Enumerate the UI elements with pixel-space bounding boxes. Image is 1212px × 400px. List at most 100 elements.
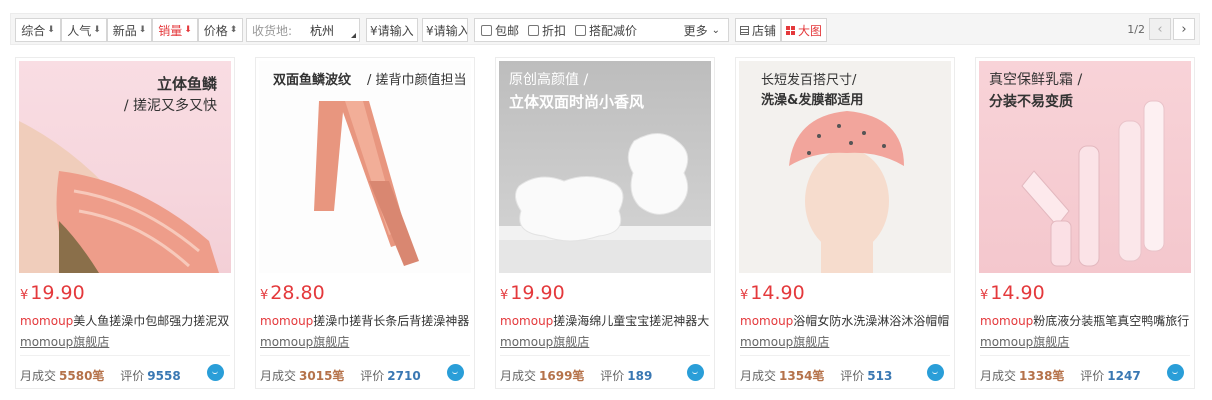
chat-icon[interactable] — [927, 364, 944, 381]
list-view-icon — [739, 25, 749, 35]
price-value: 14.90 — [990, 282, 1045, 304]
product-name: 粉底液分装瓶笔真空鸭嘴旅行 — [1033, 314, 1190, 328]
discount-checkbox[interactable]: 折扣 — [528, 22, 566, 39]
shop-link[interactable]: momoup旗舰店 — [260, 333, 349, 350]
monthly-sales-label: 月成交 — [980, 369, 1017, 383]
product-image[interactable]: 双面鱼鳞波纹 / 搓背巾颜值担当 — [259, 61, 471, 273]
delivery-location-select[interactable]: 收货地: 杭州 — [246, 18, 360, 42]
free-shipping-checkbox[interactable]: 包邮 — [481, 22, 519, 39]
product-image[interactable]: 真空保鲜乳霜 / 分装不易变质 — [979, 61, 1191, 273]
arrow-down-icon: ⬇ — [138, 25, 147, 35]
sort-popularity-button[interactable]: 人气 ⬇ — [61, 18, 107, 42]
product-image[interactable]: 立体鱼鳞 / 搓泥又多又快 — [19, 61, 231, 273]
sort-new-label: 新品 — [112, 23, 137, 38]
shop-link[interactable]: momoup旗舰店 — [500, 333, 589, 350]
product-title[interactable]: momoup美人鱼搓澡巾包邮强力搓泥双 — [20, 312, 232, 329]
monthly-sales: 1354笔 — [779, 369, 825, 383]
product-image[interactable]: 长短发百搭尺寸/ 洗澡&发膜都适用 — [739, 61, 951, 273]
image-headline: 原创高颜值 / — [509, 72, 589, 88]
product-card[interactable]: 长短发百搭尺寸/ 洗澡&发膜都适用 ¥14.90 momoup浴帽女防水洗澡淋浴… — [735, 57, 955, 389]
chat-icon[interactable] — [687, 364, 704, 381]
sort-comprehensive-button[interactable]: 综合 ⬇ — [15, 18, 61, 42]
product-stats: 月成交 3015笔 评价 2710 — [260, 367, 421, 384]
prev-page-button[interactable]: ‹ — [1149, 18, 1171, 40]
monthly-sales-label: 月成交 — [740, 369, 777, 383]
product-title[interactable]: momoup搓澡巾搓背长条后背搓澡神器 — [260, 312, 472, 329]
product-card[interactable]: 双面鱼鳞波纹 / 搓背巾颜值担当 ¥28.80 momoup搓澡巾搓背长条后背搓… — [255, 57, 475, 389]
product-card[interactable]: 立体鱼鳞 / 搓泥又多又快 ¥19.90 momoup美人鱼搓澡巾包邮强力搓泥双… — [15, 57, 235, 389]
product-card[interactable]: 原创高颜值 / 立体双面时尚小香风 ¥19.90 momoup搓澡海绵儿童宝宝搓… — [495, 57, 715, 389]
monthly-sales: 5580笔 — [59, 369, 105, 383]
monthly-sales: 1699笔 — [539, 369, 585, 383]
product-title[interactable]: momoup浴帽女防水洗澡淋浴沐浴帽帽 — [740, 312, 952, 329]
delivery-location-label: 收货地: — [252, 23, 293, 38]
bundle-deal-label: 搭配减价 — [589, 23, 638, 38]
grid-view-icon — [785, 25, 795, 35]
view-big-image-button[interactable]: 大图 — [781, 18, 827, 42]
next-page-button[interactable]: › — [1173, 18, 1195, 40]
chat-icon[interactable] — [447, 364, 464, 381]
divider — [260, 355, 470, 356]
monthly-sales: 3015笔 — [299, 369, 345, 383]
checkbox-icon — [528, 24, 540, 36]
currency-symbol: ¥ — [740, 288, 749, 303]
image-subline: / 搓泥又多又快 — [123, 98, 217, 114]
reviews-count[interactable]: 189 — [627, 369, 652, 383]
dropdown-corner-icon — [351, 33, 356, 38]
product-title[interactable]: momoup粉底液分装瓶笔真空鸭嘴旅行 — [980, 312, 1192, 329]
reviews-label: 评价 — [600, 369, 625, 383]
product-stats: 月成交 1338笔 评价 1247 — [980, 367, 1141, 384]
shop-link[interactable]: momoup旗舰店 — [740, 333, 829, 350]
reviews-label: 评价 — [360, 369, 385, 383]
reviews-label: 评价 — [1080, 369, 1105, 383]
product-price: ¥14.90 — [980, 282, 1045, 304]
chat-icon[interactable] — [207, 364, 224, 381]
monthly-sales-label: 月成交 — [260, 369, 297, 383]
product-title[interactable]: momoup搓澡海绵儿童宝宝搓泥神器大 — [500, 312, 712, 329]
product-price: ¥28.80 — [260, 282, 325, 304]
divider — [980, 355, 1190, 356]
sort-sales-button[interactable]: 销量 ⬇ — [152, 18, 198, 42]
currency-symbol: ¥ — [260, 288, 269, 303]
reviews-count[interactable]: 513 — [867, 369, 892, 383]
reviews-count[interactable]: 9558 — [147, 369, 180, 383]
sort-comprehensive-label: 综合 — [21, 23, 46, 38]
more-filters-button[interactable]: 更多 ⌄ — [684, 22, 720, 39]
shop-link[interactable]: momoup旗舰店 — [980, 333, 1069, 350]
reviews-count[interactable]: 1247 — [1107, 369, 1140, 383]
view-shop-button[interactable]: 店铺 — [735, 18, 781, 42]
product-brand: momoup — [260, 314, 314, 328]
product-name: 美人鱼搓澡巾包邮强力搓泥双 — [73, 314, 230, 328]
more-filters-label: 更多 — [683, 23, 708, 38]
sort-new-button[interactable]: 新品 ⬇ — [107, 18, 152, 42]
product-name: 浴帽女防水洗澡淋浴沐浴帽帽 — [793, 314, 950, 328]
price-max-input[interactable]: ¥请输入 — [422, 18, 468, 42]
sort-price-label: 价格 — [203, 23, 228, 38]
price-value: 19.90 — [30, 282, 85, 304]
image-subline: 立体双面时尚小香风 — [509, 93, 645, 111]
image-subline: / 搓背巾颜值担当 — [367, 73, 467, 88]
bundle-deal-checkbox[interactable]: 搭配减价 — [575, 22, 637, 39]
chevron-right-icon: › — [1181, 21, 1187, 37]
image-headline: 立体鱼鳞 — [156, 75, 217, 93]
back-scrubber-illustration — [314, 101, 419, 266]
sort-price-button[interactable]: 价格 ⬍ — [198, 18, 243, 42]
currency-symbol: ¥ — [980, 288, 989, 303]
sort-filter-toolbar: 综合 ⬇ 人气 ⬇ 新品 ⬇ 销量 ⬇ 价格 ⬍ 收货地: 杭州 ¥请输入 ¥请输入 包邮… — [10, 13, 1200, 45]
product-image[interactable]: 原创高颜值 / 立体双面时尚小香风 — [499, 61, 711, 273]
price-min-input[interactable]: ¥请输入 — [366, 18, 418, 42]
view-big-image-label: 大图 — [797, 23, 822, 38]
chat-icon[interactable] — [1167, 364, 1184, 381]
product-stats: 月成交 1354笔 评价 513 — [740, 367, 892, 384]
monthly-sales: 1338笔 — [1019, 369, 1065, 383]
arrow-down-icon: ⬇ — [47, 25, 55, 35]
reviews-label: 评价 — [840, 369, 865, 383]
shop-link[interactable]: momoup旗舰店 — [20, 333, 109, 350]
arrow-down-icon: ⬇ — [93, 25, 101, 35]
image-subline: 洗澡&发膜都适用 — [761, 93, 864, 108]
product-card[interactable]: 真空保鲜乳霜 / 分装不易变质 ¥14.90 momoup粉底液分装瓶笔真空鸭嘴… — [975, 57, 1195, 389]
product-name: 搓澡海绵儿童宝宝搓泥神器大 — [553, 314, 710, 328]
view-shop-label: 店铺 — [751, 23, 776, 38]
product-brand: momoup — [980, 314, 1034, 328]
reviews-count[interactable]: 2710 — [387, 369, 420, 383]
